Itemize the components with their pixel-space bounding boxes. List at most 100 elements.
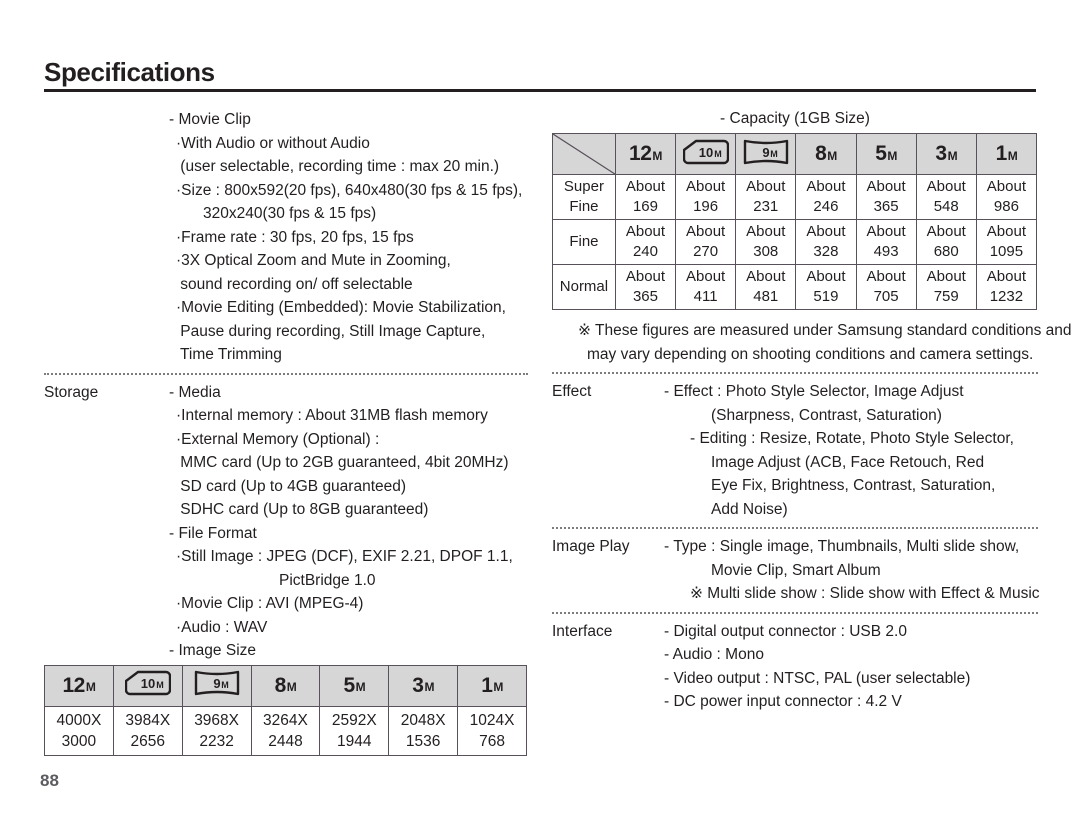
res-3m-icon: 3M: [935, 143, 957, 164]
spec-label-storage: Storage: [44, 383, 99, 401]
spec-body-effect: - Effect : Photo Style Selector, Image A…: [664, 380, 1038, 521]
capacity-value-cell: About 169: [614, 174, 677, 220]
image-size-header-cell: 3M: [388, 664, 459, 707]
spec-line: - Editing : Resize, Rotate, Photo Style …: [690, 430, 1014, 447]
spec-line: Pause during recording, Still Image Capt…: [176, 322, 486, 340]
table-row: Normal About 365 About 411 About 481 About 519 Ab…: [552, 264, 1038, 310]
capacity-header-cell: 9M: [735, 133, 797, 175]
spec-line: - Video output : NTSC, PAL (user selecta…: [664, 669, 971, 687]
capacity-caption: - Capacity (1GB Size): [720, 110, 870, 127]
res-unit: M: [947, 148, 958, 163]
svg-text:10: 10: [698, 145, 712, 160]
spec-line: (user selectable, recording time : max 2…: [176, 158, 500, 175]
image-size-value-cell: 3984X 2656: [112, 705, 183, 756]
spec-line: - Media: [169, 383, 221, 401]
res-5m-icon: 5M: [343, 675, 365, 696]
spec-line: MMC card (Up to 2GB guaranteed, 4bit 20M…: [176, 454, 509, 471]
res-unit: M: [424, 680, 434, 694]
res-number: 12: [629, 142, 652, 165]
spec-label-effect: Effect: [552, 383, 592, 400]
capacity-value-cell: About 519: [795, 264, 857, 310]
res-10m-icon: 10 M: [124, 670, 171, 696]
capacity-value-cell: About 308: [735, 219, 797, 265]
image-size-value-cell: 3264X 2448: [250, 705, 321, 756]
capacity-header-cell: 5M: [855, 133, 917, 175]
spec-label-image-play: Image Play: [552, 538, 630, 555]
res-number: 8: [815, 142, 827, 165]
capacity-value-cell: About 270: [675, 219, 737, 265]
capacity-header-cell: 10 M: [675, 133, 737, 175]
capacity-value-cell: About 246: [795, 174, 857, 220]
capacity-value-cell: About 411: [675, 264, 737, 310]
spec-label-interface: Interface: [552, 622, 613, 640]
res-number: 1: [995, 142, 1008, 165]
section-separator: [552, 611, 1038, 614]
res-unit: M: [286, 680, 297, 694]
image-size-header-cell: 10 M: [112, 664, 183, 707]
capacity-value-cell: About 1232: [975, 264, 1038, 310]
spec-block-image-play: Image Play - Type : Single image, Thumbn…: [552, 535, 1040, 606]
spec-line: ·Internal memory : About 31MB flash memo…: [176, 407, 488, 424]
spec-line: ·External Memory (Optional) :: [176, 430, 380, 448]
spec-row: - Movie Clip ·With Audio or without Audio…: [44, 108, 528, 367]
capacity-value-cell: About 1095: [975, 219, 1038, 265]
res-12m-icon: 12 M: [62, 675, 95, 696]
table-row-header: 12 M 10 M 9 M 8 M 5 M 3 M 1 M: [44, 664, 527, 707]
res-number: 3: [935, 142, 947, 165]
capacity-value-cell: About 231: [735, 174, 797, 220]
res-5m-icon: 5M: [875, 143, 897, 164]
capacity-table: 12 M 10 M 9 M 8 M 5 M 3 M 1 M Super Fine About 169 About 1…: [552, 133, 1038, 310]
page-header: Specifications: [44, 58, 1036, 92]
spec-line: Eye Fix, Brightness, Contrast, Saturatio…: [711, 477, 996, 494]
svg-text:M: M: [156, 680, 164, 690]
capacity-value-cell: About 196: [675, 174, 737, 220]
spec-line: - Digital output connector : USB 2.0: [664, 622, 907, 640]
section-separator: [552, 527, 1038, 529]
svg-text:9: 9: [762, 145, 769, 160]
res-number: 3: [412, 673, 424, 697]
capacity-value-cell: About 240: [614, 219, 677, 265]
image-size-value-cell: 2592X 1944: [319, 705, 390, 756]
res-number: 12: [62, 673, 85, 697]
svg-text:M: M: [770, 149, 778, 159]
spec-line: - Effect : Photo Style Selector, Image A…: [664, 383, 964, 400]
spec-line: may vary depending on shooting condition…: [587, 345, 1034, 363]
spec-line: - Image Size: [169, 642, 257, 659]
svg-text:M: M: [714, 149, 722, 159]
res-unit: M: [1007, 148, 1018, 163]
spec-line: Add Noise): [711, 500, 788, 518]
page-title: Specifications: [44, 57, 215, 87]
spec-line: sound recording on/ off selectable: [176, 275, 413, 293]
diagonal-line-icon: [553, 134, 615, 174]
spec-line: SDHC card (Up to 8GB guaranteed): [176, 501, 429, 518]
capacity-header-cell: 1M: [975, 133, 1038, 175]
res-unit: M: [887, 148, 897, 163]
res-9m-icon: 9M: [194, 670, 240, 696]
spec-line: - Type : Single image, Thumbnails, Multi…: [664, 538, 1020, 555]
spec-line: - File Format: [169, 524, 257, 542]
spec-row: Interface - Digital output connector : U…: [552, 620, 1038, 714]
capacity-value-cell: About 481: [735, 264, 797, 310]
res-1m-icon: 1M: [481, 675, 503, 696]
title-underline-rule: [44, 89, 1036, 92]
spec-body-storage: - Media ·Internal memory : About 31MB fla…: [156, 381, 528, 663]
capacity-value-cell: About 759: [915, 264, 977, 310]
spec-line: ·Movie Clip : AVI (MPEG-4): [176, 595, 364, 612]
table-row-values: 4000X 3000 3984X 2656 3968X 2232 3264X 2448 2592…: [44, 705, 527, 756]
spec-line: ※ These figures are measured under Samsu…: [578, 322, 1072, 339]
res-10m-icon: 10 M: [682, 139, 729, 165]
image-size-header-cell: 1M: [457, 664, 527, 707]
spec-body-capacity-note: ※ These figures are measured under Samsu…: [552, 319, 1072, 366]
spec-line: SD card (Up to 4GB guaranteed): [176, 477, 407, 495]
capacity-value-cell: About 328: [795, 219, 857, 265]
spec-line: ·Audio : WAV: [176, 618, 268, 636]
spec-line: ·3X Optical Zoom and Mute in Zooming,: [176, 252, 451, 269]
res-unit: M: [827, 148, 837, 163]
spec-line: ※ Multi slide show : Slide show with Eff…: [690, 585, 1040, 602]
spec-line: ·Still Image : JPEG (DCF), EXIF 2.21, DP…: [176, 548, 513, 565]
spec-line: ·Movie Editing (Embedded): Movie Stabili…: [176, 299, 506, 316]
svg-text:10: 10: [141, 676, 155, 691]
capacity-corner-cell: [552, 133, 616, 175]
capacity-row-label: Fine: [552, 219, 616, 265]
capacity-header-cell: 8M: [795, 133, 857, 175]
